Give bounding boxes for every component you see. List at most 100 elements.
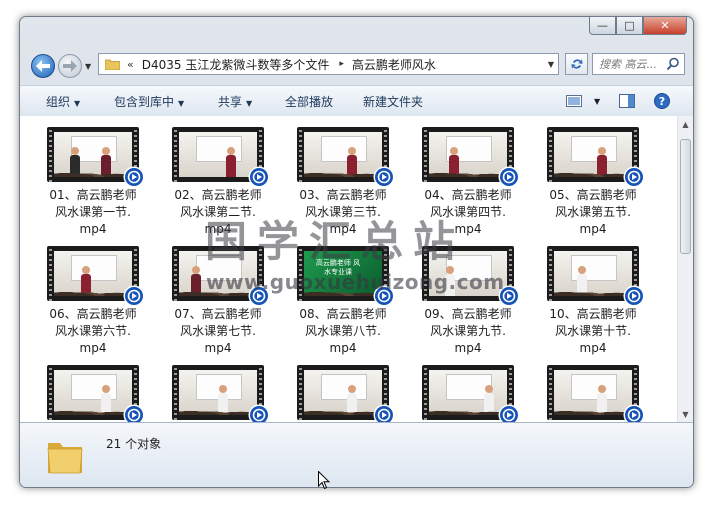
file-name: 09、高云鹏老师 风水课第九节. mp4 — [418, 306, 518, 357]
file-name-line: mp4 — [329, 222, 357, 236]
file-item[interactable]: 07、高云鹏老师 风水课第七节. mp4 — [168, 246, 270, 357]
play-all-button[interactable]: 全部播放 — [285, 93, 333, 110]
change-view-button[interactable]: ▼ — [566, 91, 600, 111]
file-name-line: mp4 — [454, 222, 482, 236]
preview-pane-button[interactable] — [619, 91, 635, 111]
file-item[interactable]: 09、高云鹏老师 风水课第九节. mp4 — [418, 246, 520, 357]
file-name-line: 风水课第八节. — [305, 324, 381, 338]
search-input[interactable] — [597, 56, 671, 72]
file-item[interactable] — [168, 365, 270, 422]
close-button[interactable]: ✕ — [643, 17, 687, 35]
breadcrumb-item-parent[interactable]: D4035 玉江龙紫微斗数等多个文件 — [142, 56, 330, 73]
file-name-line: 风水课第九节. — [430, 324, 506, 338]
file-name-line: 09、高云鹏老师 — [424, 307, 512, 321]
file-name-line: 07、高云鹏老师 — [174, 307, 262, 321]
mouse-cursor-icon — [318, 471, 330, 490]
file-name-line: 03、高云鹏老师 — [299, 188, 387, 202]
folder-icon — [105, 59, 120, 70]
command-bar: 组织 ▼ 包含到库中 ▼ 共享 ▼ 全部播放 新建文件夹 ▼ ? — [20, 85, 693, 117]
chevron-down-icon: ▼ — [178, 99, 185, 108]
help-icon: ? — [654, 93, 670, 109]
file-item[interactable]: 10、高云鹏老师 风水课第十节. mp4 — [543, 246, 645, 357]
minimize-button[interactable]: — — [589, 17, 616, 35]
file-name: 01、高云鹏老师 风水课第一节. mp4 — [43, 187, 143, 238]
file-name-line: 08、高云鹏老师 — [299, 307, 387, 321]
caption-buttons: — □ ✕ — [589, 17, 687, 36]
file-item[interactable]: 高云鹏老师 风水专业课 08、高云鹏老师 风水课第八节. mp4 — [293, 246, 395, 357]
media-player-icon — [123, 404, 145, 422]
file-name-line: mp4 — [579, 341, 607, 355]
file-item[interactable] — [43, 365, 145, 422]
include-in-library-label: 包含到库中 — [114, 95, 175, 109]
file-name-line: mp4 — [454, 341, 482, 355]
organize-button[interactable]: 组织 ▼ — [46, 93, 80, 110]
file-item[interactable] — [293, 365, 395, 422]
forward-button[interactable] — [58, 54, 82, 78]
file-item[interactable]: 01、高云鹏老师 风水课第一节. mp4 — [43, 127, 145, 238]
media-player-icon — [623, 285, 645, 307]
recent-pages-dropdown[interactable]: ▼ — [85, 62, 91, 71]
refresh-icon — [571, 59, 582, 69]
file-item[interactable]: 02、高云鹏老师 风水课第二节. mp4 — [168, 127, 270, 238]
video-thumbnail — [47, 246, 145, 307]
file-name-line: 10、高云鹏老师 — [549, 307, 637, 321]
file-item[interactable]: 03、高云鹏老师 风水课第三节. mp4 — [293, 127, 395, 238]
organize-label: 组织 — [46, 95, 71, 109]
file-name-line: 风水课第七节. — [180, 324, 256, 338]
search-icon[interactable] — [666, 57, 680, 71]
refresh-button[interactable] — [565, 53, 588, 75]
include-in-library-button[interactable]: 包含到库中 ▼ — [114, 93, 184, 110]
file-name: 02、高云鹏老师 风水课第二节. mp4 — [168, 187, 268, 238]
breadcrumb-separator[interactable]: ▸ — [339, 59, 344, 69]
chevron-down-icon: ▼ — [74, 99, 81, 108]
back-button[interactable] — [31, 54, 55, 78]
file-item[interactable] — [543, 365, 645, 422]
media-player-icon — [373, 404, 395, 422]
file-name: 10、高云鹏老师 风水课第十节. mp4 — [543, 306, 643, 357]
address-history-dropdown[interactable]: ▼ — [548, 60, 554, 69]
scroll-down-button[interactable]: ▼ — [678, 406, 693, 422]
file-name-line: mp4 — [579, 222, 607, 236]
media-player-icon — [373, 166, 395, 188]
media-player-icon — [373, 285, 395, 307]
file-name-line: 风水课第一节. — [55, 205, 131, 219]
file-item[interactable] — [418, 365, 520, 422]
explorer-window: — □ ✕ ▼ « D4035 玉江龙紫微斗数等多个文件 ▸ 高云鹏老师风水 ▼… — [19, 16, 694, 488]
file-name: 03、高云鹏老师 风水课第三节. mp4 — [293, 187, 393, 238]
new-folder-button[interactable]: 新建文件夹 — [363, 93, 423, 110]
file-name-line: 风水课第十节. — [555, 324, 631, 338]
file-item[interactable]: 06、高云鹏老师 风水课第六节. mp4 — [43, 246, 145, 357]
file-name-line: mp4 — [329, 341, 357, 355]
breadcrumb-item-current[interactable]: 高云鹏老师风水 — [352, 56, 436, 73]
share-button[interactable]: 共享 ▼ — [218, 93, 252, 110]
video-thumbnail — [172, 127, 270, 188]
preview-pane-icon — [619, 94, 635, 108]
vertical-scrollbar[interactable]: ▲ ▼ — [677, 116, 693, 422]
file-name-line: mp4 — [79, 222, 107, 236]
svg-text:?: ? — [659, 95, 665, 108]
search-box[interactable] — [592, 53, 685, 75]
video-thumbnail — [422, 246, 520, 307]
scrollbar-thumb[interactable] — [680, 139, 691, 254]
video-thumbnail — [547, 246, 645, 307]
media-player-icon — [498, 166, 520, 188]
file-item[interactable]: 05、高云鹏老师 风水课第五节. mp4 — [543, 127, 645, 238]
file-name: 04、高云鹏老师 风水课第四节. mp4 — [418, 187, 518, 238]
file-name-line: 04、高云鹏老师 — [424, 188, 512, 202]
share-label: 共享 — [218, 95, 243, 109]
media-player-icon — [248, 166, 270, 188]
scroll-up-button[interactable]: ▲ — [678, 116, 693, 132]
video-thumbnail — [172, 246, 270, 307]
file-name-line: 01、高云鹏老师 — [49, 188, 137, 202]
breadcrumb-overflow[interactable]: « — [127, 58, 134, 71]
arrow-right-icon — [63, 60, 77, 72]
file-item[interactable]: 04、高云鹏老师 风水课第四节. mp4 — [418, 127, 520, 238]
help-button[interactable]: ? — [654, 91, 670, 111]
thumbnail-caption: 高云鹏老师 风水专业课 — [315, 259, 361, 276]
address-bar[interactable]: « D4035 玉江龙紫微斗数等多个文件 ▸ 高云鹏老师风水 ▼ — [98, 53, 559, 75]
video-thumbnail — [297, 365, 395, 422]
maximize-button[interactable]: □ — [616, 17, 643, 35]
file-name-line: 06、高云鹏老师 — [49, 307, 137, 321]
file-name: 07、高云鹏老师 风水课第七节. mp4 — [168, 306, 268, 357]
file-name-line: mp4 — [204, 222, 232, 236]
